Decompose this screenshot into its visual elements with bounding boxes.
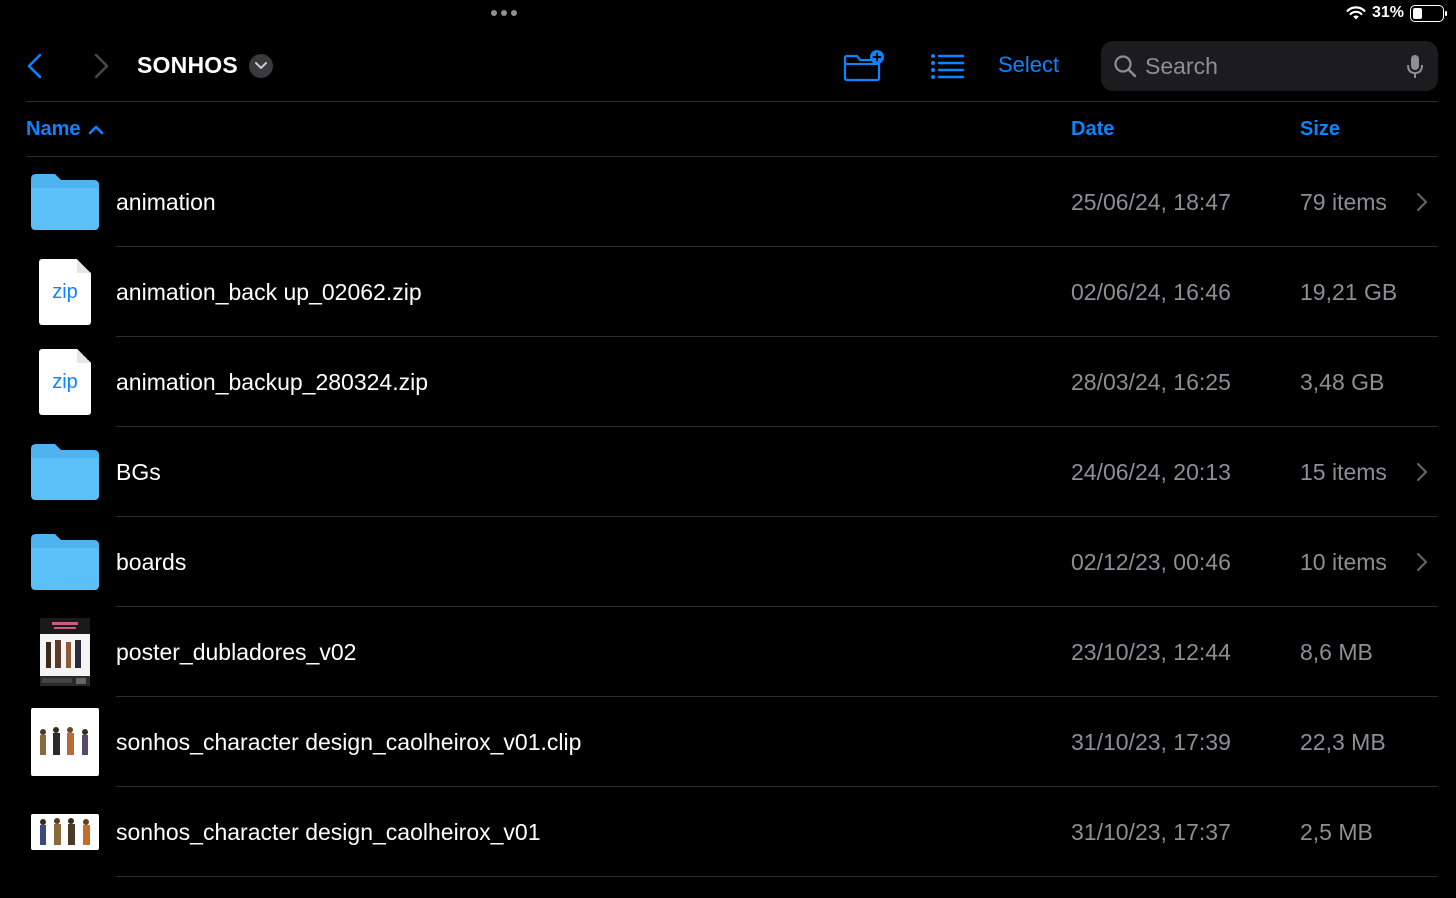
file-row-animation-backup-zip[interactable]: zip animation_backup_280324.zip 28/03/24… xyxy=(0,337,1456,427)
disclosure-chevron-icon xyxy=(1416,552,1428,572)
wifi-icon xyxy=(1346,6,1366,20)
new-folder-icon[interactable] xyxy=(842,50,886,82)
sort-ascending-chevron-icon xyxy=(89,125,104,134)
disclosure-chevron-icon xyxy=(1416,192,1428,212)
file-date: 31/10/23, 17:39 xyxy=(1071,729,1231,755)
file-name: sonhos_character design_caolheirox_v01 xyxy=(116,819,541,845)
column-header-size[interactable]: Size xyxy=(1300,118,1340,141)
column-header-date[interactable]: Date xyxy=(1071,118,1114,141)
file-date: 31/10/23, 17:37 xyxy=(1071,819,1231,845)
microphone-icon[interactable] xyxy=(1406,54,1424,80)
multitasking-dots-icon[interactable] xyxy=(491,10,517,16)
file-row-character-design-clip[interactable]: sonhos_character design_caolheirox_v01.c… xyxy=(0,697,1456,787)
status-bar: 31% xyxy=(0,0,1456,30)
file-row-animation[interactable]: animation 25/06/24, 18:47 79 items xyxy=(0,157,1456,247)
file-row-animation-back-up-zip[interactable]: zip animation_back up_02062.zip 02/06/24… xyxy=(0,247,1456,337)
folder-icon xyxy=(30,529,100,595)
file-name: sonhos_character design_caolheirox_v01.c… xyxy=(116,729,582,755)
zip-file-icon: zip xyxy=(30,259,100,325)
file-name: animation_backup_280324.zip xyxy=(116,369,429,395)
poster-thumbnail-icon xyxy=(30,618,100,686)
search-bar[interactable] xyxy=(1101,41,1438,91)
file-row-boards[interactable]: boards 02/12/23, 00:46 10 items xyxy=(0,517,1456,607)
file-date: 25/06/24, 18:47 xyxy=(1071,189,1231,215)
zip-badge: zip xyxy=(52,370,78,393)
file-date: 24/06/24, 20:13 xyxy=(1071,459,1231,485)
disclosure-chevron-icon xyxy=(1416,462,1428,482)
status-right: 31% xyxy=(1346,4,1447,22)
file-size: 3,48 GB xyxy=(1300,369,1385,395)
file-list: animation 25/06/24, 18:47 79 items zip a… xyxy=(0,157,1456,877)
file-size: 8,6 MB xyxy=(1300,639,1373,665)
file-size: 10 items xyxy=(1300,549,1387,575)
zip-file-icon: zip xyxy=(30,349,100,415)
forward-chevron-icon[interactable] xyxy=(88,50,118,82)
image-thumbnail-icon xyxy=(30,799,100,865)
zip-badge: zip xyxy=(52,280,78,303)
file-name: poster_dubladores_v02 xyxy=(116,639,357,665)
battery-percent: 31% xyxy=(1371,4,1404,21)
column-header-name[interactable]: Name xyxy=(26,118,104,141)
select-button[interactable]: Select xyxy=(998,52,1059,78)
toolbar: SONHOS Select xyxy=(0,38,1456,94)
image-thumbnail-icon xyxy=(30,708,100,776)
file-size: 19,21 GB xyxy=(1300,279,1398,305)
folder-icon xyxy=(30,439,100,505)
file-size: 22,3 MB xyxy=(1300,729,1386,755)
folder-icon xyxy=(30,169,100,235)
folder-title[interactable]: SONHOS xyxy=(137,52,238,79)
file-date: 02/06/24, 16:46 xyxy=(1071,279,1231,305)
column-header-row: Name Date Size xyxy=(0,102,1456,157)
file-row-poster-dubladores[interactable]: poster_dubladores_v02 23/10/23, 12:44 8,… xyxy=(0,607,1456,697)
file-size: 2,5 MB xyxy=(1300,819,1373,845)
file-name: animation_back up_02062.zip xyxy=(116,279,422,305)
file-name: boards xyxy=(116,549,187,575)
search-input[interactable] xyxy=(1145,41,1385,91)
file-date: 28/03/24, 16:25 xyxy=(1071,369,1231,395)
file-date: 23/10/23, 12:44 xyxy=(1071,639,1231,665)
file-date: 02/12/23, 00:46 xyxy=(1071,549,1231,575)
battery-icon xyxy=(1410,4,1447,22)
file-name: animation xyxy=(116,189,216,215)
search-icon xyxy=(1114,55,1137,78)
file-row-character-design[interactable]: sonhos_character design_caolheirox_v01 3… xyxy=(0,787,1456,877)
back-chevron-icon[interactable] xyxy=(22,50,52,82)
file-name: BGs xyxy=(116,459,161,485)
column-header-name-label: Name xyxy=(26,118,81,140)
list-view-icon[interactable] xyxy=(929,52,965,80)
file-row-bgs[interactable]: BGs 24/06/24, 20:13 15 items xyxy=(0,427,1456,517)
file-size: 79 items xyxy=(1300,189,1387,215)
title-menu-chevron-icon[interactable] xyxy=(249,54,273,78)
file-size: 15 items xyxy=(1300,459,1387,485)
